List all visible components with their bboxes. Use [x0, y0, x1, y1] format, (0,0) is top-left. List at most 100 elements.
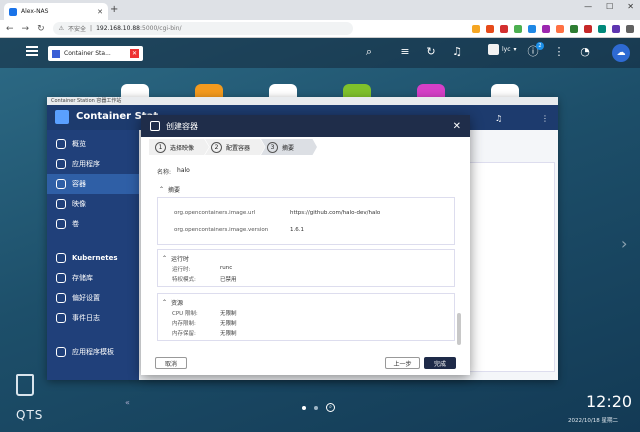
chevron-up-icon: ⌃ [162, 255, 168, 262]
sidebar-item-event-log[interactable]: 事件日志 [47, 308, 139, 328]
bell-icon[interactable]: ♫ [495, 114, 502, 123]
forward-button[interactable]: → [22, 24, 30, 34]
browser-tab[interactable]: Alex-NAS ✕ [4, 3, 108, 20]
privileged-key: 特权模式: [172, 277, 196, 283]
page-dot[interactable] [302, 405, 306, 410]
applications-icon [56, 159, 66, 169]
cs-sidebar: 概览 应用程序 容器 映像 卷 Kubernetes 存储库 偏好设置 事件日志… [47, 130, 139, 407]
extension-icon[interactable] [486, 24, 494, 33]
runtime-section-header[interactable]: ⌃ 运行时 [162, 254, 189, 263]
sidebar-item-preferences[interactable]: 偏好设置 [47, 288, 139, 308]
extension-icon[interactable] [500, 24, 508, 33]
sidebar-item-overview[interactable]: 概览 [47, 134, 139, 154]
back-button[interactable]: ← [6, 24, 14, 34]
gear-icon [56, 293, 66, 303]
create-container-dialog: 创建容器 ✕ 1 选择映像 2 配置容器 3 摘要 名称: halo ⌃ 摘要 org… [141, 115, 470, 375]
trash-icon[interactable] [16, 374, 34, 396]
volume-icon[interactable]: ≡ [398, 45, 412, 59]
close-icon[interactable]: ✕ [453, 121, 461, 132]
runtime-box: ⌃ 运行时 运行时: runc 特权模式: 已禁用 [157, 249, 455, 287]
label-key: org.opencontainers.image.url [174, 210, 256, 216]
dashboard-icon[interactable]: ◔ [578, 45, 592, 59]
labels-box: org.opencontainers.image.url https://git… [157, 197, 455, 245]
step-configure[interactable]: 2 配置容器 [205, 139, 265, 155]
sync-icon[interactable]: ↻ [424, 45, 438, 59]
browser-tabstrip: Alex-NAS ✕ + — ☐ ✕ [0, 0, 640, 20]
bell-icon[interactable]: ♫ [450, 45, 464, 59]
extension-icon[interactable] [626, 24, 634, 33]
desktop-pager: ⌕ [302, 403, 335, 412]
close-window-button[interactable]: ✕ [627, 2, 634, 11]
window-controls: — ☐ ✕ [584, 2, 634, 11]
url-host: 192.168.10.88 [96, 25, 140, 32]
extension-icon[interactable] [570, 24, 578, 33]
chevron-right-icon[interactable]: › [621, 234, 627, 253]
sidebar-item-app-templates[interactable]: 应用程序模板 [47, 342, 139, 362]
user-menu[interactable]: lyc ▾ [488, 44, 517, 55]
registry-icon [56, 273, 66, 283]
extension-icon[interactable] [472, 24, 480, 33]
dialog-header: 创建容器 ✕ [141, 115, 470, 137]
more-options-icon[interactable]: ⋮ [541, 114, 549, 123]
container-icon [56, 179, 66, 189]
extension-icon[interactable] [598, 24, 606, 33]
reload-button[interactable]: ↻ [37, 24, 45, 34]
avatar [488, 44, 499, 55]
search-icon[interactable]: ⌕ [326, 403, 335, 412]
kubernetes-icon [56, 253, 66, 263]
extension-icon[interactable] [556, 24, 564, 33]
sidebar-item-containers[interactable]: 容器 [47, 174, 139, 194]
sidebar-item-applications[interactable]: 应用程序 [47, 154, 139, 174]
runtime-value: runc [220, 265, 233, 271]
warning-icon: ⚠ [58, 25, 65, 32]
label-value: 1.6.1 [290, 227, 304, 233]
label-value: https://github.com/halo-dev/halo [290, 210, 381, 216]
extension-icon[interactable] [542, 24, 550, 33]
wizard-steps: 1 选择映像 2 配置容器 3 摘要 [149, 139, 462, 155]
step-summary[interactable]: 3 摘要 [261, 139, 317, 155]
extension-icon[interactable] [612, 24, 620, 33]
close-tab-icon[interactable]: ✕ [97, 8, 103, 16]
collapse-sidebar-icon[interactable]: « [125, 398, 130, 407]
previous-button[interactable]: 上一步 [385, 357, 420, 369]
address-bar[interactable]: ⚠ 不安全 | 192.168.10.88:5000/cgi-bin/ [52, 22, 353, 35]
name-value: halo [177, 167, 190, 174]
cloud-icon[interactable]: ☁ [612, 44, 630, 62]
overview-icon [56, 139, 66, 149]
summary-section-header[interactable]: ⌃ 摘要 [159, 185, 180, 194]
name-label: 名称: [157, 169, 172, 176]
minimize-button[interactable]: — [584, 2, 592, 11]
qts-topbar: Container Sta... ✕ ⌕ ≡ ↻ ♫ ⋮ ◔ ⓘ 2 lyc ▾ … [0, 38, 640, 68]
options-icon[interactable]: ⋮ [552, 45, 566, 59]
info-icon[interactable]: ⓘ 2 [526, 42, 544, 59]
template-icon [56, 347, 66, 357]
image-icon [56, 199, 66, 209]
new-tab-button[interactable]: + [110, 4, 118, 15]
finish-button[interactable]: 完成 [424, 357, 456, 369]
label-key: org.opencontainers.image.version [174, 227, 269, 233]
sidebar-item-volumes[interactable]: 卷 [47, 214, 139, 234]
sidebar-item-images[interactable]: 映像 [47, 194, 139, 214]
runtime-key: 运行时: [172, 267, 191, 273]
cancel-button[interactable]: 取消 [155, 357, 187, 369]
tab-title: Alex-NAS [21, 8, 49, 15]
page-dot[interactable] [314, 405, 318, 410]
dialog-scrollbar[interactable] [457, 313, 461, 345]
search-icon[interactable]: ⌕ [362, 45, 376, 59]
extension-icon[interactable] [584, 24, 592, 33]
browser-toolbar: ← → ↻ ⚠ 不安全 | 192.168.10.88:5000/cgi-bin… [0, 20, 640, 38]
resources-box: ⌃ 资源 CPU 限制: 无限制 内存限制: 无限制 内存保留: 无限制 [157, 293, 455, 341]
sidebar-item-kubernetes[interactable]: Kubernetes [47, 248, 139, 268]
container-name-row: 名称: halo [157, 167, 190, 176]
extension-icon[interactable] [514, 24, 522, 33]
chevron-down-icon: ▾ [513, 46, 517, 53]
resources-section-header[interactable]: ⌃ 资源 [162, 298, 183, 307]
volume-icon [56, 219, 66, 229]
sidebar-item-registry[interactable]: 存储库 [47, 268, 139, 288]
maximize-button[interactable]: ☐ [606, 2, 613, 11]
step-select-image[interactable]: 1 选择映像 [149, 139, 209, 155]
cpu-limit-key: CPU 限制: [172, 311, 198, 317]
cpu-limit-value: 无限制 [220, 311, 237, 317]
extension-icon[interactable] [528, 24, 536, 33]
log-icon [56, 313, 66, 323]
